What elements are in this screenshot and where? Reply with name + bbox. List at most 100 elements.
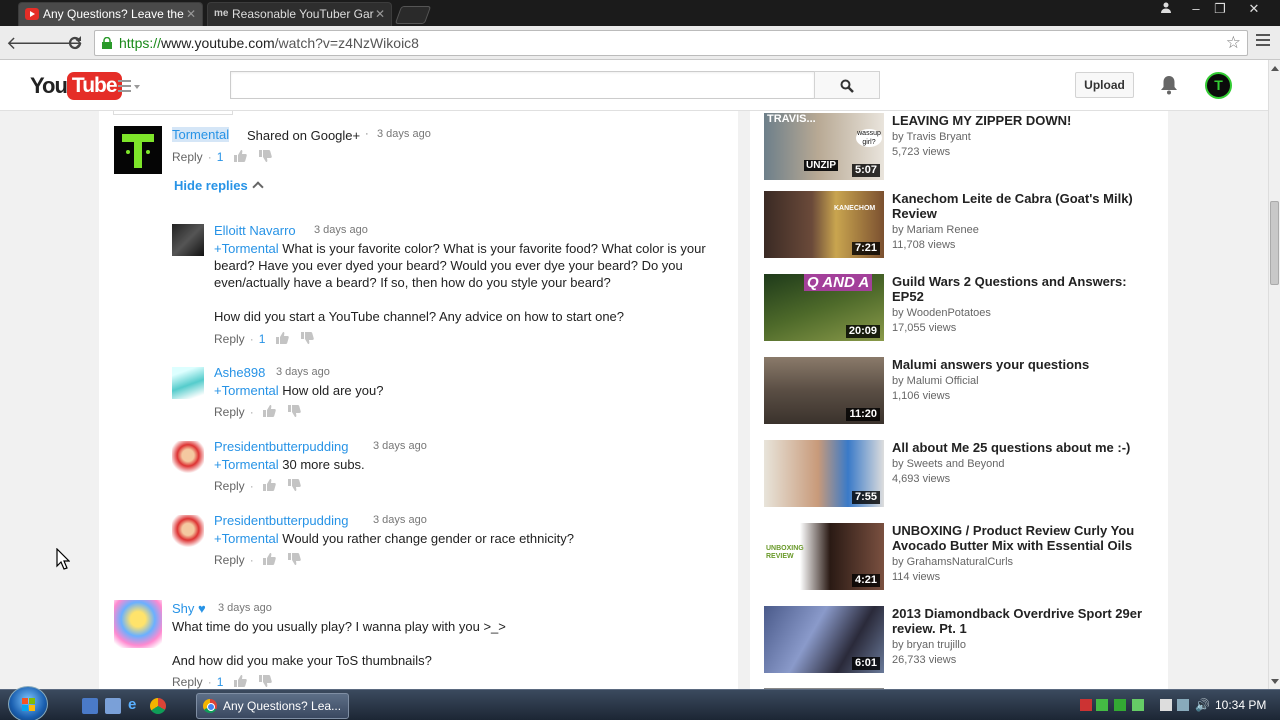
reply-button[interactable]: Reply bbox=[214, 405, 245, 419]
video-title[interactable]: Kanechom Leite de Cabra (Goat's Milk) Re… bbox=[892, 191, 1157, 221]
comment-author-link[interactable]: Tormental bbox=[172, 127, 230, 142]
video-channel[interactable]: by GrahamsNaturalCurls bbox=[892, 556, 1013, 568]
thumbs-down-icon[interactable] bbox=[258, 674, 272, 688]
thumbs-down-icon[interactable] bbox=[287, 552, 302, 566]
scroll-up-icon[interactable] bbox=[1271, 66, 1279, 71]
video-thumbnail[interactable]: UNBOXING REVIEW 4:21 bbox=[764, 523, 884, 590]
thumbs-up-icon[interactable] bbox=[233, 149, 247, 163]
reply-button[interactable]: Reply bbox=[214, 553, 245, 567]
volume-icon[interactable]: 🔊 bbox=[1195, 699, 1210, 711]
avatar[interactable] bbox=[114, 600, 162, 648]
youtube-logo[interactable]: You Tube bbox=[30, 72, 122, 100]
comment-author-link[interactable]: Presidentbutterpudding bbox=[214, 513, 348, 528]
comment-age[interactable]: 3 days ago bbox=[314, 224, 368, 236]
comment-age[interactable]: 3 days ago bbox=[218, 602, 272, 614]
thumbs-down-icon[interactable] bbox=[258, 149, 272, 163]
tab-close-icon[interactable]: ✕ bbox=[375, 3, 385, 25]
video-title[interactable]: Guild Wars 2 Questions and Answers: EP52 bbox=[892, 274, 1157, 304]
video-thumbnail[interactable]: Q AND A 20:09 bbox=[764, 274, 884, 341]
video-thumbnail[interactable]: TRAVIS... wassup girl? UNZIP 5:07 bbox=[764, 113, 884, 180]
internet-explorer-icon[interactable]: e bbox=[128, 697, 144, 714]
page-scrollbar[interactable] bbox=[1268, 60, 1280, 689]
mention-link[interactable]: +Tormental bbox=[214, 457, 279, 472]
comment-author-link[interactable]: Ashe898 bbox=[214, 365, 265, 380]
account-avatar[interactable]: T bbox=[1205, 72, 1232, 99]
show-desktop-icon[interactable] bbox=[82, 698, 98, 714]
back-icon[interactable]: 🡐 bbox=[6, 32, 54, 54]
tray-icon[interactable] bbox=[1160, 699, 1172, 711]
mention-link[interactable]: +Tormental bbox=[214, 531, 279, 546]
tray-icon[interactable] bbox=[1096, 699, 1108, 711]
comment-author-link[interactable]: Elloitt Navarro bbox=[214, 223, 296, 238]
related-video-item[interactable]: KANECHOM 7:21 Kanechom Leite de Cabra (G… bbox=[764, 191, 1164, 260]
mention-link[interactable]: +Tormental bbox=[214, 383, 279, 398]
video-title[interactable]: LEAVING MY ZIPPER DOWN! bbox=[892, 113, 1157, 128]
tray-icon[interactable] bbox=[1132, 699, 1144, 711]
video-channel[interactable]: by Sweets and Beyond bbox=[892, 458, 1005, 470]
video-thumbnail[interactable]: 7:55 bbox=[764, 440, 884, 507]
tray-icon[interactable] bbox=[1114, 699, 1126, 711]
thumbs-down-icon[interactable] bbox=[300, 331, 314, 345]
restore-button[interactable]: ❐ bbox=[1206, 0, 1234, 20]
reply-button[interactable]: Reply bbox=[172, 150, 203, 164]
avatar[interactable] bbox=[114, 126, 162, 174]
browser-tab[interactable]: me Reasonable YouTuber Gar ✕ bbox=[207, 2, 392, 26]
explorer-icon[interactable] bbox=[105, 698, 121, 714]
related-video-item[interactable]: UNBOXING REVIEW 4:21 UNBOXING / Product … bbox=[764, 523, 1164, 592]
thumbs-up-icon[interactable] bbox=[262, 404, 276, 418]
guide-menu-icon[interactable] bbox=[118, 80, 140, 94]
search-button[interactable] bbox=[814, 71, 880, 99]
network-icon[interactable] bbox=[1177, 699, 1189, 711]
chrome-icon[interactable] bbox=[150, 698, 166, 714]
reply-button[interactable]: Reply bbox=[214, 479, 245, 493]
thumbs-up-icon[interactable] bbox=[275, 331, 289, 345]
browser-tab-active[interactable]: Any Questions? Leave the ✕ bbox=[18, 2, 203, 26]
forward-icon[interactable]: 🡒 bbox=[35, 32, 83, 54]
video-thumbnail[interactable]: 11:20 bbox=[764, 357, 884, 424]
thumbs-up-icon[interactable] bbox=[262, 552, 276, 566]
video-title[interactable]: UNBOXING / Product Review Curly You Avoc… bbox=[892, 523, 1157, 553]
comment-author-link[interactable]: Shy ♥ bbox=[172, 601, 206, 616]
bookmark-star-icon[interactable]: ☆ bbox=[1226, 33, 1241, 53]
tray-icon[interactable] bbox=[1080, 699, 1092, 711]
avatar[interactable] bbox=[172, 441, 204, 473]
new-tab-button[interactable] bbox=[394, 6, 432, 24]
thumbs-up-icon[interactable] bbox=[262, 478, 276, 492]
video-title[interactable]: Malumi answers your questions bbox=[892, 357, 1157, 372]
comment-age[interactable]: 3 days ago bbox=[373, 440, 427, 452]
reply-button[interactable]: Reply bbox=[214, 332, 245, 346]
related-video-item[interactable]: Q AND A 20:09 Guild Wars 2 Questions and… bbox=[764, 274, 1164, 343]
related-video-item[interactable]: 6:01 2013 Diamondback Overdrive Sport 29… bbox=[764, 606, 1164, 675]
video-thumbnail[interactable]: 6:01 bbox=[764, 606, 884, 673]
reply-button[interactable]: Reply bbox=[172, 675, 203, 689]
tab-close-icon[interactable]: ✕ bbox=[186, 3, 196, 25]
thumbs-down-icon[interactable] bbox=[287, 478, 302, 492]
comment-age[interactable]: 3 days ago bbox=[377, 128, 431, 140]
related-video-item[interactable]: TRAVIS... wassup girl? UNZIP 5:07 LEAVIN… bbox=[764, 113, 1164, 182]
related-video-item[interactable]: 11:20 Malumi answers your questions by M… bbox=[764, 357, 1164, 426]
address-bar[interactable]: https://www.youtube.com/watch?v=z4NzWiko… bbox=[94, 30, 1248, 56]
video-thumbnail[interactable]: KANECHOM 7:21 bbox=[764, 191, 884, 258]
avatar[interactable] bbox=[172, 224, 204, 256]
avatar[interactable] bbox=[172, 515, 204, 547]
video-channel[interactable]: by bryan trujillo bbox=[892, 639, 966, 651]
taskbar-clock[interactable]: 10:34 PM bbox=[1215, 698, 1266, 712]
start-button[interactable] bbox=[8, 686, 48, 720]
comment-age[interactable]: 3 days ago bbox=[373, 514, 427, 526]
scroll-down-icon[interactable] bbox=[1271, 679, 1279, 684]
user-profile-icon[interactable] bbox=[1152, 0, 1180, 20]
search-input[interactable] bbox=[230, 71, 815, 99]
video-title[interactable]: 2013 Diamondback Overdrive Sport 29er re… bbox=[892, 606, 1157, 636]
comment-author-link[interactable]: Presidentbutterpudding bbox=[214, 439, 348, 454]
video-channel[interactable]: by WoodenPotatoes bbox=[892, 307, 991, 319]
thumbs-down-icon[interactable] bbox=[287, 404, 302, 418]
avatar[interactable] bbox=[172, 367, 204, 399]
upload-button[interactable]: Upload bbox=[1075, 72, 1134, 98]
video-title[interactable]: All about Me 25 questions about me :-) bbox=[892, 440, 1157, 455]
thumbs-up-icon[interactable] bbox=[233, 674, 247, 688]
browser-menu-icon[interactable] bbox=[1256, 34, 1270, 48]
hide-replies-button[interactable]: Hide replies bbox=[174, 178, 264, 193]
video-channel[interactable]: by Travis Bryant bbox=[892, 131, 971, 143]
mention-link[interactable]: +Tormental bbox=[214, 241, 279, 256]
related-video-item[interactable]: 7:55 All about Me 25 questions about me … bbox=[764, 440, 1164, 509]
